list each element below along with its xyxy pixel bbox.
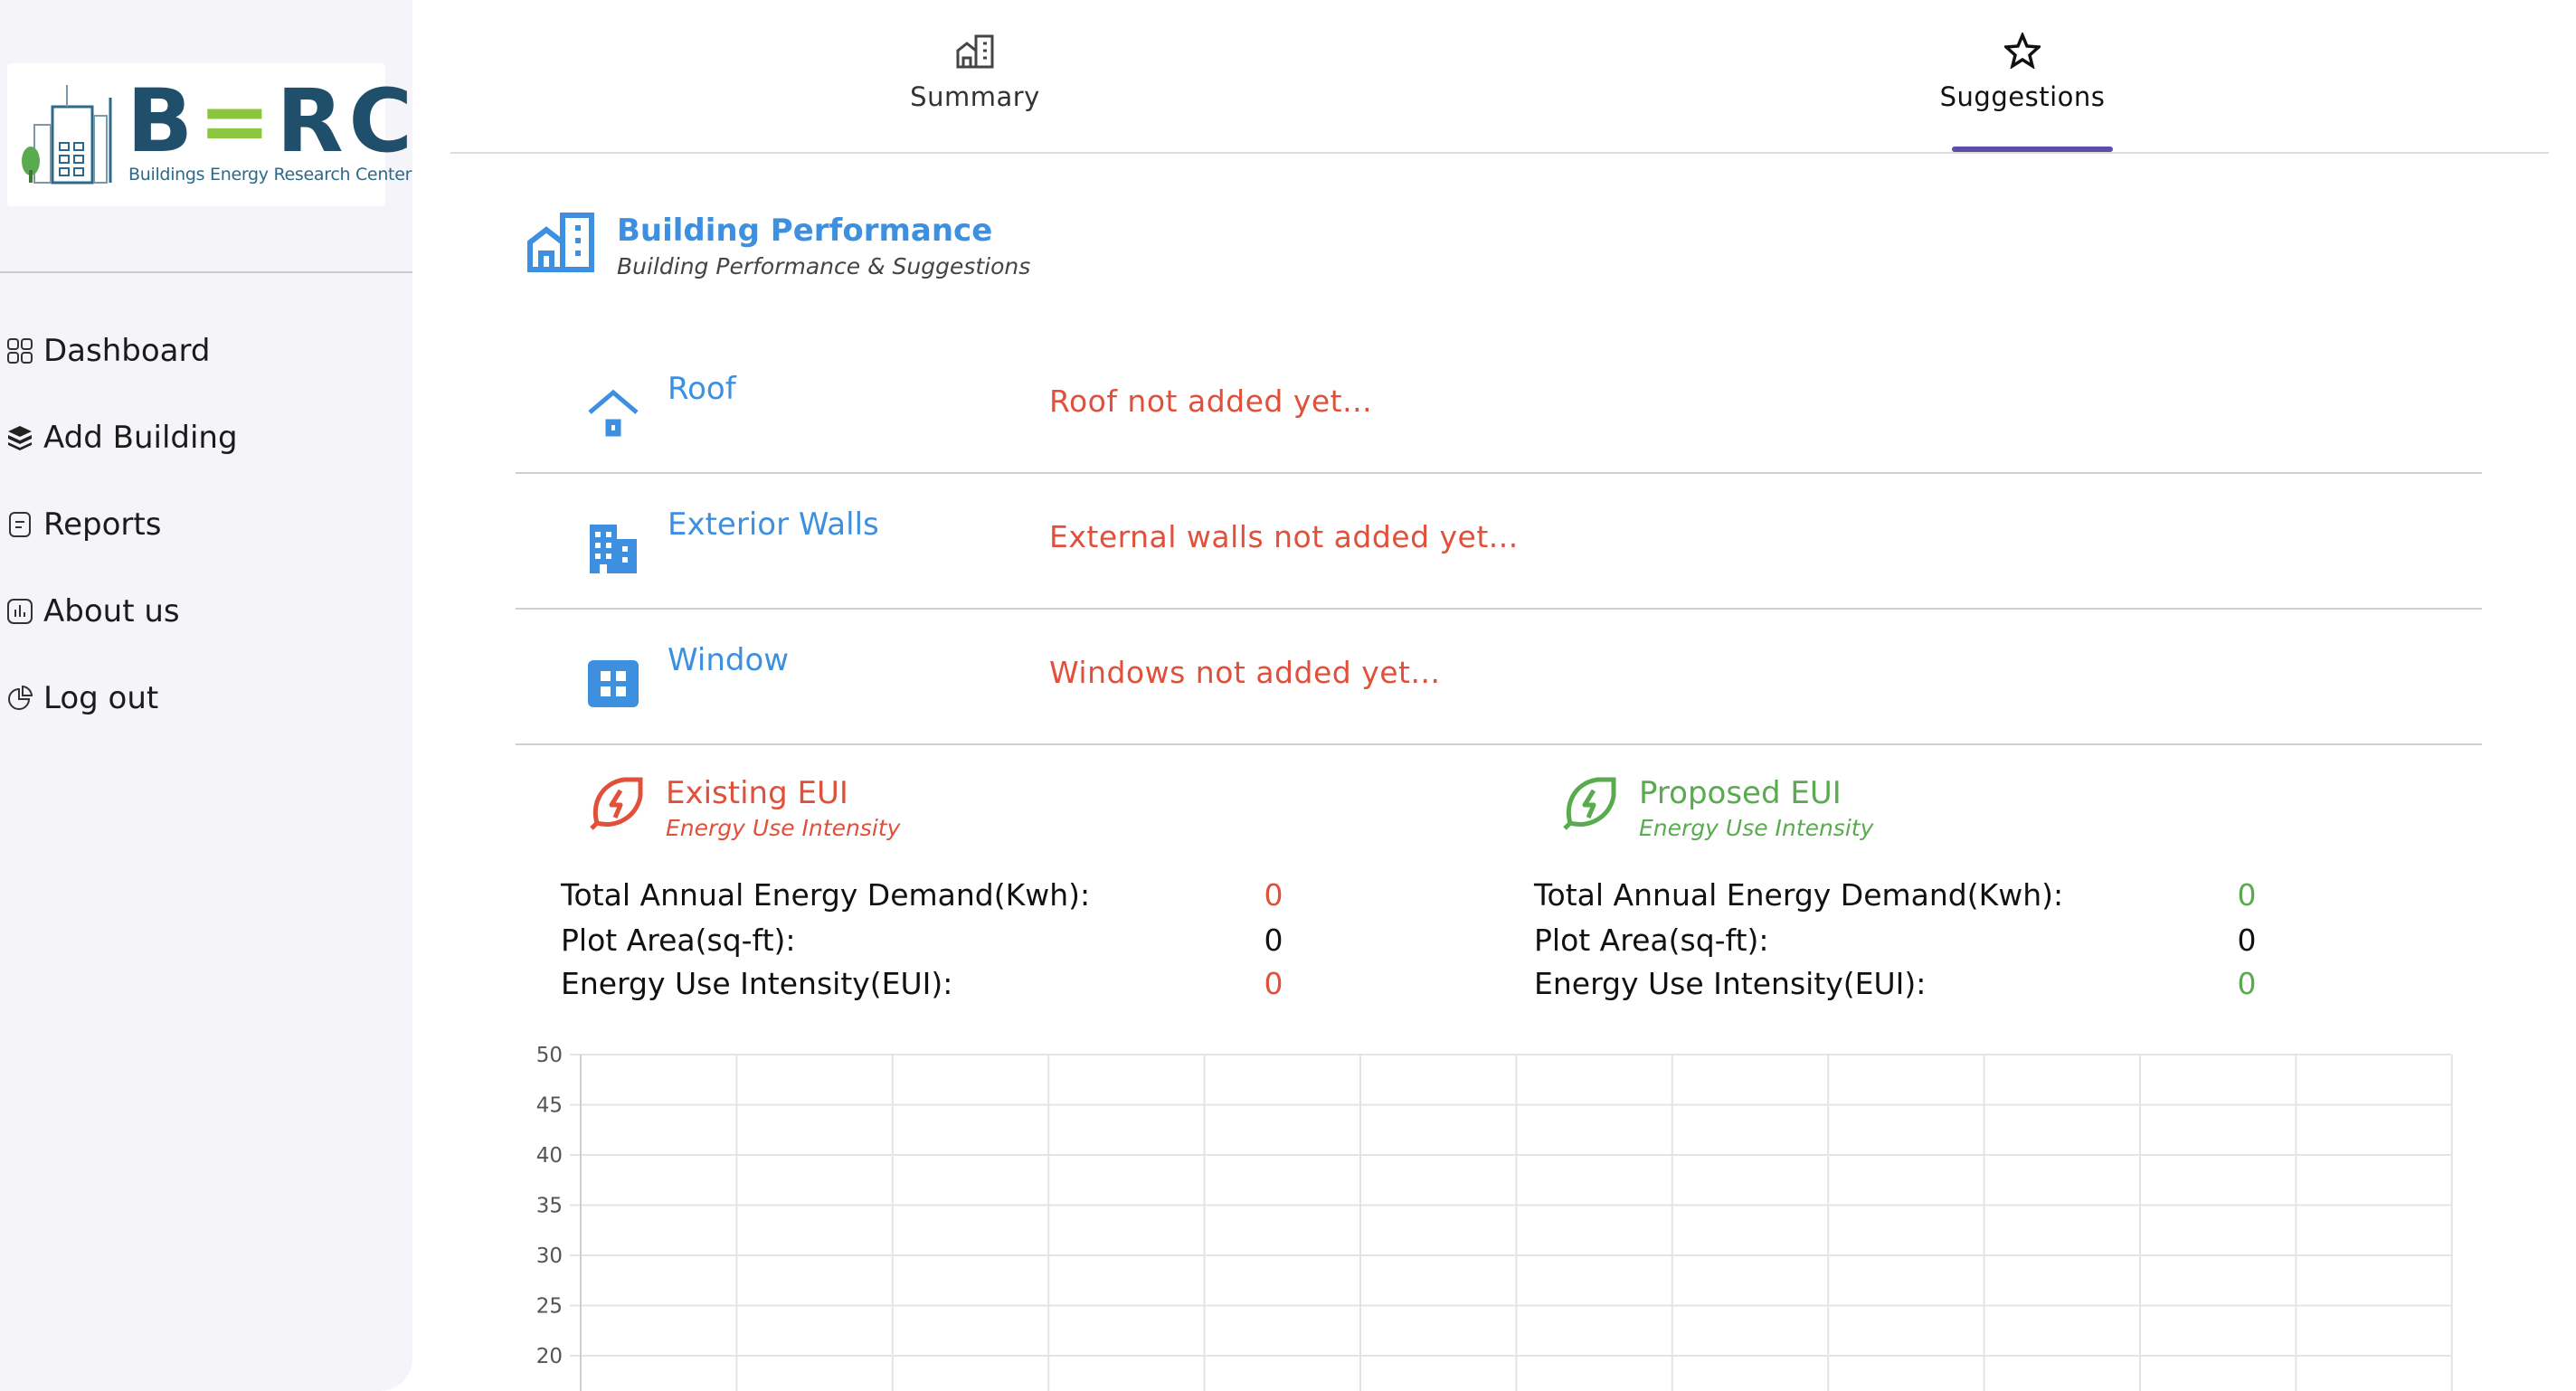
chart-y-tick-label: 50 — [536, 1044, 563, 1067]
roof-icon — [588, 389, 639, 437]
brand-logo[interactable]: B=RC Buildings Energy Research Center — [7, 63, 412, 206]
active-tab-indicator — [1952, 147, 2113, 152]
sidebar-item-about[interactable]: About us — [5, 568, 238, 655]
chart-y-tick-label: 25 — [536, 1295, 563, 1319]
sidebar-item-label: Dashboard — [43, 333, 211, 369]
walls-icon — [590, 525, 637, 573]
window-icon — [588, 660, 639, 707]
chart-y-tick-label: 30 — [536, 1244, 563, 1268]
component-label: Window — [668, 642, 790, 678]
existing-eui-header: Existing EUI Energy Use Intensity — [588, 772, 900, 843]
sidebar-item-reports[interactable]: Reports — [5, 481, 238, 568]
chart-y-tick-label: 40 — [536, 1144, 563, 1168]
chart-y-axis: 5045403530252015 — [536, 1044, 563, 1368]
leaf-bolt-icon — [1563, 777, 1616, 830]
component-status: External walls not added yet... — [1049, 519, 1519, 554]
sidebar-item-label: Add Building — [43, 420, 238, 456]
sidebar-item-add-building[interactable]: Add Building — [5, 394, 238, 481]
existing-metric-value: 0 — [1264, 877, 1283, 913]
logo-wordmark: B=RC — [127, 71, 418, 172]
grid-icon — [7, 338, 33, 364]
box-icon — [8, 426, 32, 450]
proposed-eui-title: Proposed EUI — [1639, 775, 1842, 811]
proposed-metric-value: 0 — [2237, 877, 2257, 913]
chart-grid — [570, 1054, 2453, 1391]
component-status: Windows not added yet... — [1049, 655, 1441, 690]
component-row-window: Window Windows not added yet... — [516, 610, 2482, 745]
proposed-eui-header: Proposed EUI Energy Use Intensity — [1561, 772, 1873, 843]
sidebar-item-label: Reports — [43, 506, 162, 543]
pie-icon — [8, 685, 33, 710]
existing-metric-label: Total Annual Energy Demand(Kwh): — [561, 877, 1091, 913]
tab-suggestions[interactable]: Suggestions — [1934, 33, 2111, 112]
component-label: Roof — [668, 371, 736, 407]
page-title: Building Performance — [617, 213, 993, 249]
proposed-eui-subtitle: Energy Use Intensity — [1639, 815, 1874, 841]
document-icon — [9, 512, 31, 537]
proposed-metric-label: Total Annual Energy Demand(Kwh): — [1534, 877, 2064, 913]
chart-y-tick-label: 45 — [536, 1094, 563, 1118]
proposed-metric-value: 0 — [2237, 966, 2257, 1001]
existing-metric-label: Energy Use Intensity(EUI): — [561, 966, 953, 1001]
proposed-metric-label: Plot Area(sq-ft): — [1534, 923, 1769, 958]
tab-summary[interactable]: Summary — [885, 33, 1065, 112]
sidebar-item-label: About us — [43, 593, 180, 629]
sidebar-item-dashboard[interactable]: Dashboard — [5, 308, 238, 394]
sidebar-item-label: Log out — [43, 680, 159, 716]
chart-icon — [7, 599, 33, 624]
existing-eui-title: Existing EUI — [666, 775, 848, 811]
proposed-metric-value: 0 — [2237, 923, 2257, 958]
existing-metric-value: 0 — [1264, 966, 1283, 1001]
logo-subtitle: Buildings Energy Research Center — [128, 165, 412, 185]
component-label: Exterior Walls — [668, 506, 879, 543]
eui-chart: 5045403530252015 — [536, 1044, 2453, 1391]
tab-bar: Summary Suggestions — [450, 0, 2549, 154]
building-icon — [956, 34, 994, 69]
page-subtitle: Building Performance & Suggestions — [617, 253, 1031, 279]
existing-metric-value: 0 — [1264, 923, 1283, 958]
star-icon — [2004, 33, 2041, 69]
app-root: B=RC Buildings Energy Research Center Da… — [0, 0, 2576, 1391]
component-row-roof: Roof Roof not added yet... — [516, 338, 2482, 474]
tab-label: Summary — [910, 81, 1040, 112]
proposed-metric-label: Energy Use Intensity(EUI): — [1534, 966, 1927, 1001]
chart-y-tick-label: 35 — [536, 1195, 563, 1218]
component-status: Roof not added yet... — [1049, 383, 1373, 419]
sidebar-divider — [0, 271, 412, 273]
component-row-exterior-walls: Exterior Walls External walls not added … — [516, 474, 2482, 610]
chart-y-tick-label: 20 — [536, 1345, 563, 1368]
tab-label: Suggestions — [1939, 81, 2106, 112]
building-performance-header: Building Performance Building Performanc… — [525, 210, 1030, 282]
sidebar-item-logout[interactable]: Log out — [5, 655, 238, 742]
existing-metric-label: Plot Area(sq-ft): — [561, 923, 796, 958]
existing-eui-subtitle: Energy Use Intensity — [666, 815, 901, 841]
leaf-bolt-icon — [590, 777, 643, 830]
building-performance-icon — [527, 213, 594, 272]
city-logo-icon — [22, 85, 112, 185]
sidebar: B=RC Buildings Energy Research Center Da… — [0, 0, 412, 1391]
sidebar-nav: Dashboard Add Building Reports About us … — [5, 308, 238, 742]
